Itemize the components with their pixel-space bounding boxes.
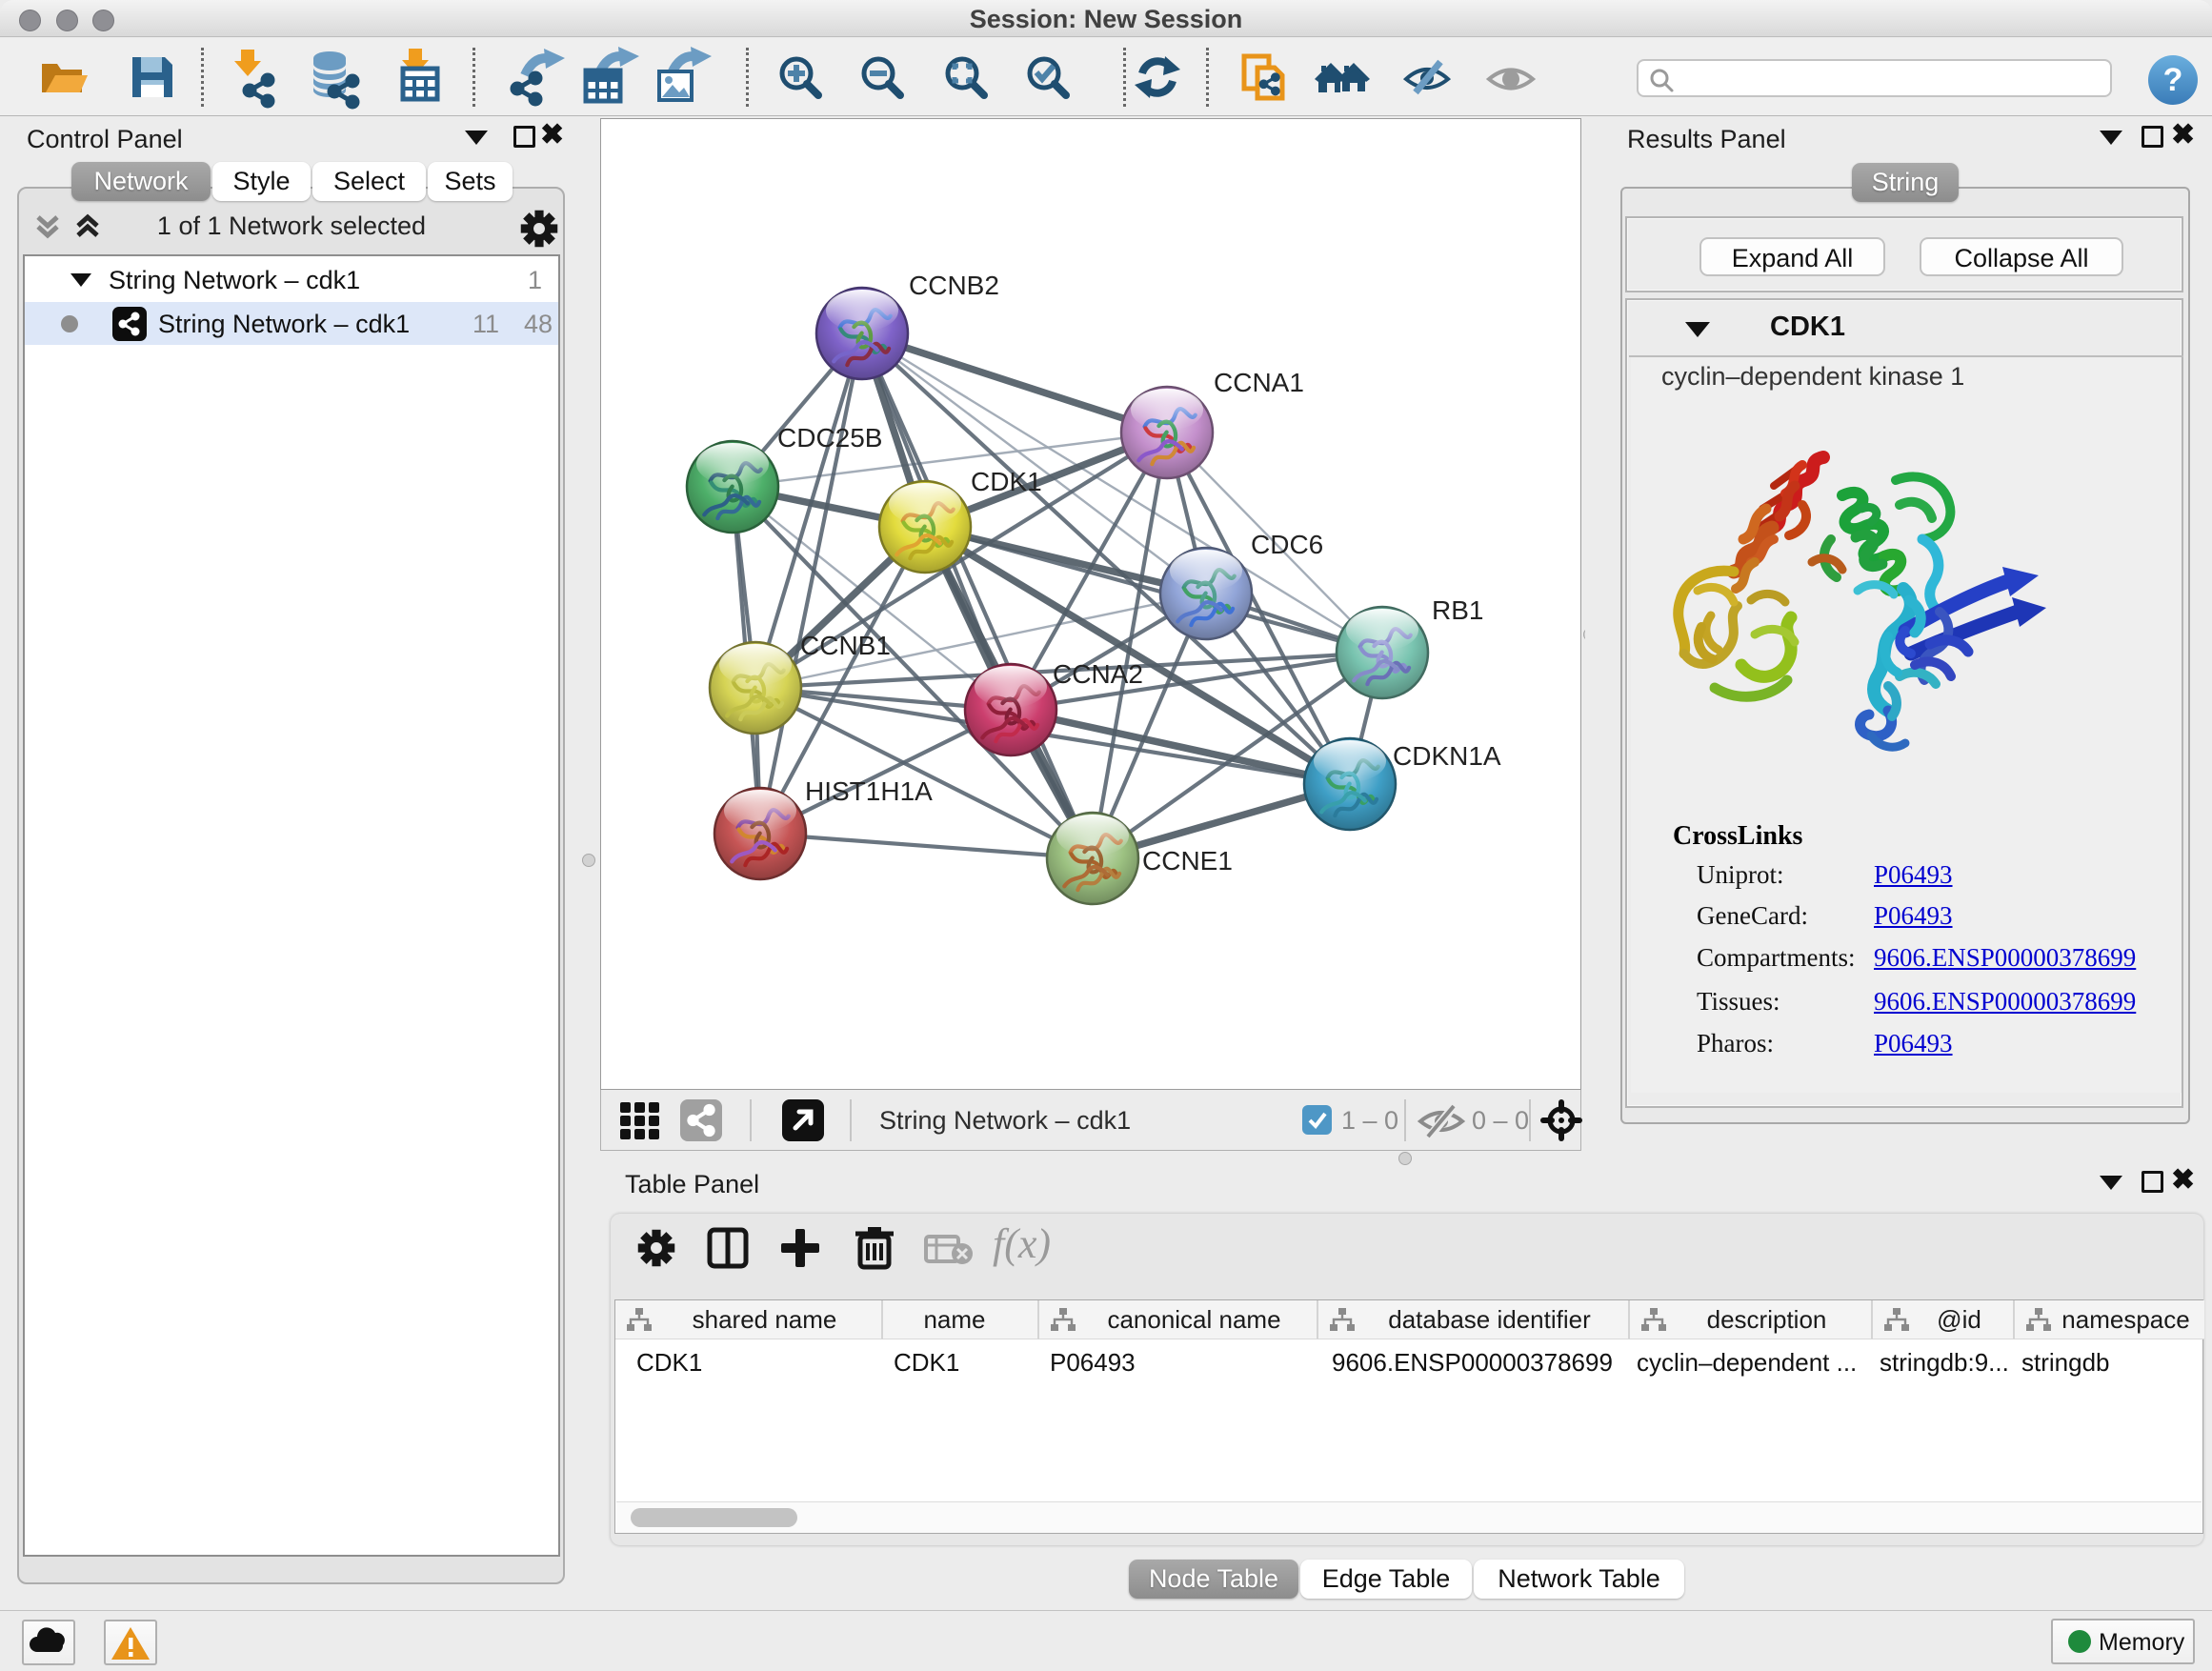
svg-text:HIST1H1A: HIST1H1A [805, 776, 933, 806]
svg-text:CDC25B: CDC25B [777, 423, 882, 453]
svg-text:CCNE1: CCNE1 [1142, 846, 1233, 876]
svg-text:CDK1: CDK1 [971, 467, 1042, 496]
svg-text:CCNA2: CCNA2 [1053, 659, 1143, 689]
svg-text:CDC6: CDC6 [1251, 530, 1323, 559]
svg-text:CCNB2: CCNB2 [909, 271, 999, 300]
svg-text:CCNB1: CCNB1 [800, 631, 891, 660]
svg-text:RB1: RB1 [1432, 595, 1483, 625]
svg-text:CDKN1A: CDKN1A [1393, 741, 1501, 771]
svg-text:CCNA1: CCNA1 [1214, 368, 1304, 397]
